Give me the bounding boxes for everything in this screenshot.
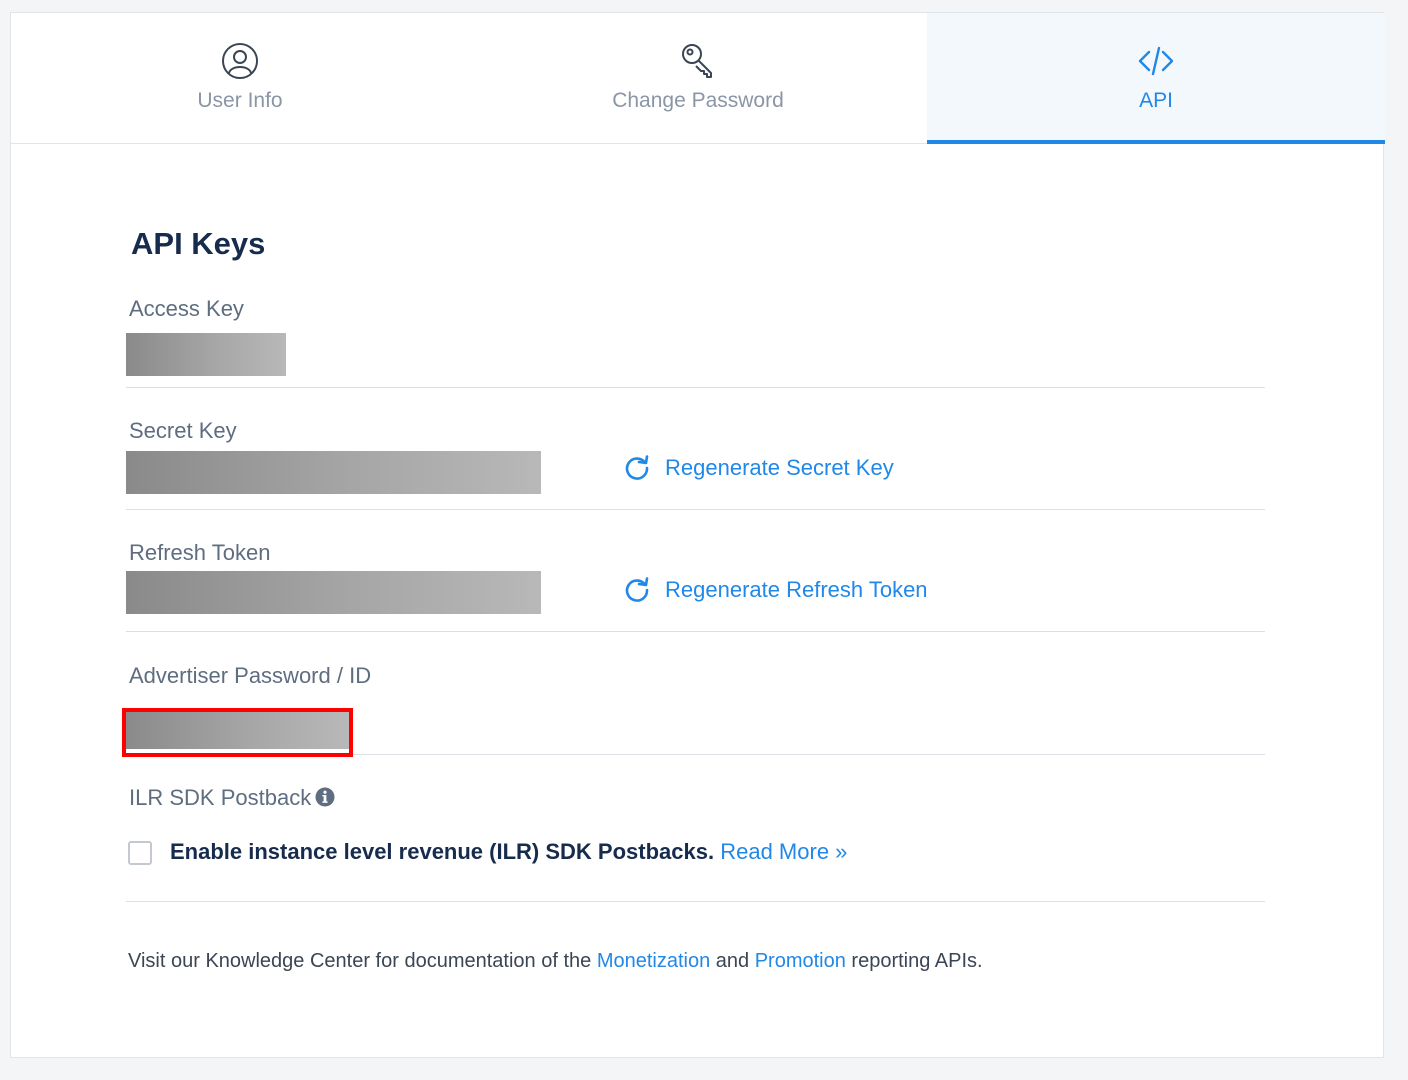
tab-change-password[interactable]: Change Password: [469, 13, 927, 144]
footer-and: and: [710, 950, 755, 972]
tab-user-info[interactable]: User Info: [11, 13, 469, 144]
ilr-postback-label: ILR SDK Postback: [129, 785, 335, 811]
access-key-field: Access Key: [126, 296, 1265, 388]
monetization-link[interactable]: Monetization: [597, 950, 710, 972]
regenerate-refresh-token-label: Regenerate Refresh Token: [665, 577, 928, 602]
regenerate-secret-key-label: Regenerate Secret Key: [665, 455, 894, 480]
read-more-link[interactable]: Read More »: [720, 839, 847, 864]
api-content: API Keys Access Key Secret Key Regenerat…: [11, 144, 1385, 1059]
advertiser-id-field: Advertiser Password / ID: [122, 663, 1265, 757]
tab-api[interactable]: API: [927, 13, 1385, 144]
key-icon: [682, 44, 712, 78]
secret-key-field: Secret Key Regenerate Secret Key: [126, 418, 1265, 510]
highlight-box: [122, 708, 353, 757]
advertiser-id-label: Advertiser Password / ID: [129, 663, 372, 688]
refresh-token-label: Refresh Token: [129, 540, 271, 565]
regenerate-refresh-token-button[interactable]: Regenerate Refresh Token: [623, 575, 928, 605]
ilr-postback-label-text: ILR SDK Postback: [129, 785, 312, 810]
regenerate-secret-key-button[interactable]: Regenerate Secret Key: [623, 453, 894, 483]
page-title: API Keys: [131, 226, 266, 261]
secret-key-value-redacted: [126, 451, 541, 494]
settings-card: User Info Change Password API API Keys A…: [10, 12, 1385, 1059]
access-key-label: Access Key: [129, 296, 244, 321]
info-icon[interactable]: [315, 787, 335, 807]
user-circle-icon: [222, 43, 258, 79]
tab-bar: User Info Change Password API: [11, 13, 1385, 144]
refresh-icon: [625, 455, 649, 480]
ilr-postback-checkbox-label: Enable instance level revenue (ILR) SDK …: [170, 839, 847, 865]
refresh-icon: [625, 577, 649, 602]
secret-key-label: Secret Key: [129, 418, 237, 443]
tab-label: Change Password: [612, 89, 784, 112]
tab-label: User Info: [197, 89, 283, 112]
footer-prefix: Visit our Knowledge Center for documenta…: [128, 950, 597, 972]
ilr-postback-field: ILR SDK Postback Enable instance level r…: [126, 785, 1265, 902]
access-key-value-redacted: [126, 333, 286, 376]
refresh-token-field: Refresh Token Regenerate Refresh Token: [126, 540, 1265, 632]
refresh-token-value-redacted: [126, 571, 541, 614]
ilr-postback-description: Enable instance level revenue (ILR) SDK …: [170, 839, 715, 864]
ilr-postback-checkbox[interactable]: [128, 841, 152, 865]
knowledge-center-note: Visit our Knowledge Center for documenta…: [128, 950, 983, 973]
promotion-link[interactable]: Promotion: [755, 950, 846, 972]
code-icon: [1138, 46, 1174, 76]
tab-label: API: [1139, 89, 1173, 112]
footer-suffix: reporting APIs.: [845, 950, 983, 972]
